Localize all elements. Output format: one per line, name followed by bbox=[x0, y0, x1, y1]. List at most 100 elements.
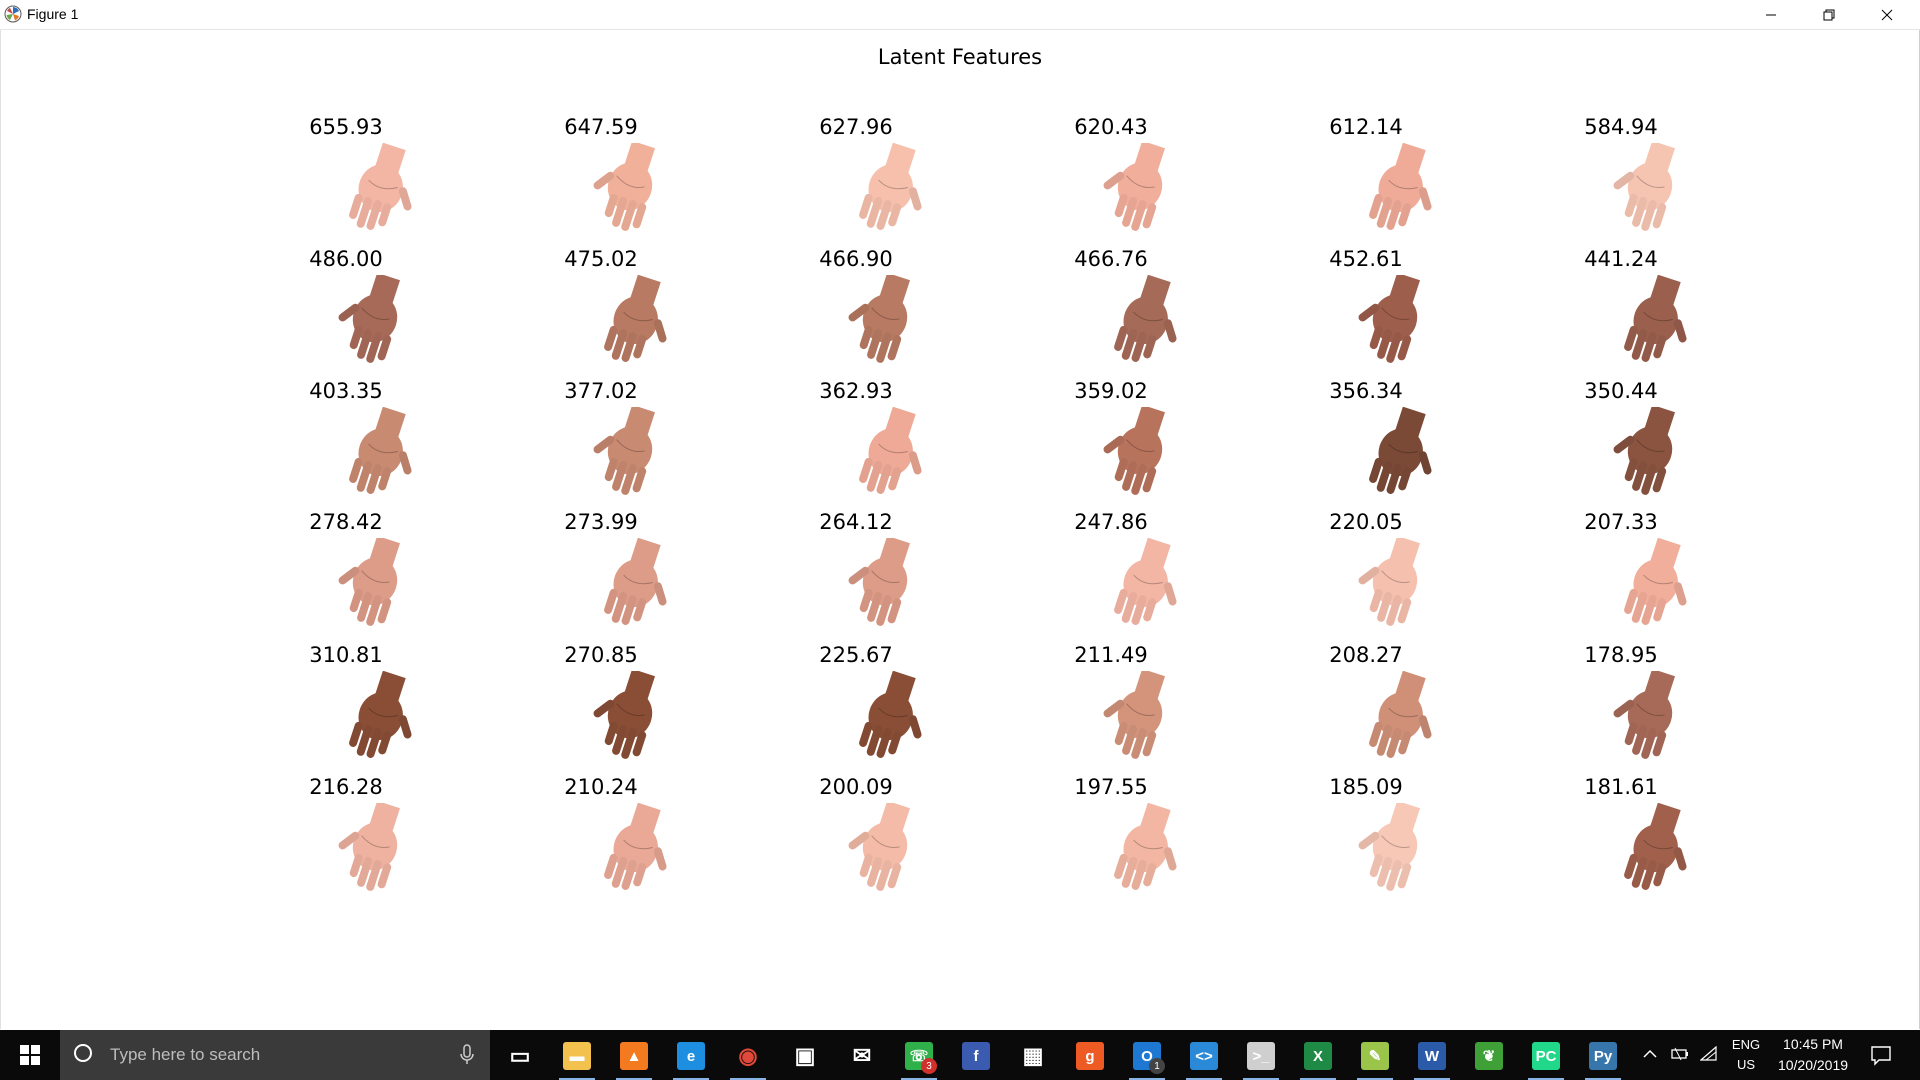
thumbnail-value: 207.33 bbox=[1584, 510, 1658, 534]
start-button[interactable] bbox=[0, 1030, 60, 1080]
chrome-icon: ◉ bbox=[738, 1043, 758, 1068]
thumbnail-value: 655.93 bbox=[309, 115, 383, 139]
taskbar-file-explorer-button[interactable]: ▬ bbox=[559, 1038, 595, 1080]
matplotlib-icon bbox=[4, 5, 22, 23]
notepad-plus-icon: ✎ bbox=[1361, 1042, 1389, 1070]
hand-photo bbox=[301, 671, 451, 771]
figure-title: Latent Features bbox=[877, 45, 1043, 69]
word-icon: W bbox=[1418, 1042, 1446, 1070]
hand-photo bbox=[811, 275, 961, 375]
thumbnail-value: 225.67 bbox=[819, 643, 893, 667]
taskbar-store-button[interactable]: ▣ bbox=[787, 1038, 823, 1074]
minimize-icon bbox=[1766, 14, 1776, 15]
thumbnail-value: 466.76 bbox=[1074, 247, 1148, 271]
thumbnail-value: 403.35 bbox=[309, 379, 383, 403]
close-icon bbox=[1881, 9, 1893, 20]
taskbar-whatsapp-button[interactable]: ☏ 3 bbox=[901, 1038, 937, 1080]
taskbar-python-button[interactable]: Py bbox=[1585, 1038, 1621, 1080]
taskbar-task-view-button[interactable]: ▭ bbox=[502, 1038, 538, 1074]
taskbar-edge-button[interactable]: e bbox=[673, 1038, 709, 1080]
taskbar-mail-button[interactable]: ✉ bbox=[844, 1038, 880, 1074]
close-button[interactable] bbox=[1858, 0, 1916, 29]
window-title-bar[interactable]: Figure 1 bbox=[0, 0, 1920, 30]
taskbar-terminal-button[interactable]: >_ bbox=[1243, 1038, 1279, 1080]
clock-time: 10:45 PM bbox=[1783, 1036, 1843, 1052]
language-indicator[interactable]: ENG US bbox=[1724, 1030, 1768, 1080]
vlc-cone-icon: ▲ bbox=[620, 1042, 648, 1070]
hand-photo bbox=[301, 803, 451, 903]
thumbnail-value: 210.24 bbox=[564, 775, 638, 799]
thumbnail-value: 181.61 bbox=[1584, 775, 1658, 799]
taskbar-calculator-button[interactable]: ▦ bbox=[1015, 1038, 1051, 1074]
hand-photo bbox=[556, 407, 706, 507]
thumbnail-value: 356.34 bbox=[1329, 379, 1403, 403]
taskbar-pycharm-button[interactable]: PC bbox=[1528, 1038, 1564, 1080]
thumbnail-value: 278.42 bbox=[309, 510, 383, 534]
hand-photo bbox=[811, 143, 961, 243]
taskbar-grammarly-button[interactable]: g bbox=[1072, 1038, 1108, 1074]
hand-photo bbox=[1321, 143, 1471, 243]
hand-photo bbox=[1066, 407, 1216, 507]
hand-photo bbox=[1066, 538, 1216, 638]
hand-photo bbox=[1576, 803, 1726, 903]
hand-photo bbox=[1576, 407, 1726, 507]
taskbar-outlook-button[interactable]: O1 bbox=[1129, 1038, 1165, 1080]
hand-photo bbox=[811, 671, 961, 771]
thumbnail-value: 178.95 bbox=[1584, 643, 1658, 667]
thumbnail-value: 627.96 bbox=[819, 115, 893, 139]
thumbnail-value: 208.27 bbox=[1329, 643, 1403, 667]
taskbar-notepad-plus-button[interactable]: ✎ bbox=[1357, 1038, 1393, 1080]
taskbar-excel-button[interactable]: X bbox=[1300, 1038, 1336, 1080]
clock[interactable]: 10:45 PM 10/20/2019 bbox=[1770, 1030, 1856, 1080]
notification-badge: 1 bbox=[1149, 1058, 1165, 1074]
taskbar: Type here to search ▭ ▬ ▲ e ◉ ▣ ✉ ☏ 3 f ▦ g O 1 <> >_ X ✎… bbox=[0, 1030, 1920, 1080]
hand-photo bbox=[1321, 803, 1471, 903]
window-title: Figure 1 bbox=[27, 6, 79, 22]
taskbar-facebook-button[interactable]: f bbox=[958, 1038, 994, 1074]
hand-photo bbox=[1321, 407, 1471, 507]
minimize-button[interactable] bbox=[1742, 0, 1800, 29]
thumbnail-value: 273.99 bbox=[564, 510, 638, 534]
taskbar-word-button[interactable]: W bbox=[1414, 1038, 1450, 1080]
mongodb-leaf-icon: ❦ bbox=[1475, 1042, 1503, 1070]
pycharm-icon: PC bbox=[1532, 1042, 1560, 1070]
thumbnail-value: 620.43 bbox=[1074, 115, 1148, 139]
folder-icon: ▬ bbox=[563, 1042, 591, 1070]
microphone-icon[interactable] bbox=[460, 1044, 474, 1070]
hand-photo bbox=[811, 538, 961, 638]
store-icon: ▣ bbox=[794, 1043, 816, 1068]
thumbnail-value: 350.44 bbox=[1584, 379, 1658, 403]
search-box[interactable]: Type here to search bbox=[60, 1030, 490, 1080]
hand-photo bbox=[1576, 143, 1726, 243]
search-placeholder: Type here to search bbox=[110, 1045, 261, 1064]
thumbnail-value: 216.28 bbox=[309, 775, 383, 799]
thumbnail-value: 359.02 bbox=[1074, 379, 1148, 403]
grammarly-icon: g bbox=[1076, 1042, 1104, 1070]
excel-icon: X bbox=[1304, 1042, 1332, 1070]
hand-photo bbox=[1576, 671, 1726, 771]
hand-photo bbox=[1576, 275, 1726, 375]
taskbar-mongodb-button[interactable]: ❦ bbox=[1471, 1038, 1507, 1074]
python-icon: Py bbox=[1589, 1042, 1617, 1070]
action-center-icon[interactable] bbox=[1870, 1044, 1892, 1070]
taskbar-vlc-button[interactable]: ▲ bbox=[616, 1038, 652, 1080]
taskbar-vscode-button[interactable]: <> bbox=[1186, 1038, 1222, 1080]
language-code: ENG bbox=[1731, 1037, 1761, 1052]
hand-photo bbox=[301, 407, 451, 507]
edge-icon: e bbox=[677, 1042, 705, 1070]
hand-photo bbox=[1576, 538, 1726, 638]
clock-date: 10/20/2019 bbox=[1777, 1057, 1849, 1073]
taskbar-chrome-button[interactable]: ◉ bbox=[730, 1038, 766, 1080]
thumbnail-value: 486.00 bbox=[309, 247, 383, 271]
battery-icon[interactable] bbox=[1670, 1046, 1690, 1066]
wifi-icon[interactable] bbox=[1699, 1045, 1718, 1066]
thumbnail-value: 377.02 bbox=[564, 379, 638, 403]
thumbnail-value: 220.05 bbox=[1329, 510, 1403, 534]
mail-icon: ✉ bbox=[852, 1043, 872, 1068]
thumbnail-value: 466.90 bbox=[819, 247, 893, 271]
show-hidden-icons-chevron-icon[interactable] bbox=[1642, 1046, 1658, 1066]
restore-button[interactable] bbox=[1800, 0, 1858, 29]
restore-icon bbox=[1823, 9, 1835, 20]
thumbnail-value: 211.49 bbox=[1074, 643, 1148, 667]
thumbnail-value: 441.24 bbox=[1584, 247, 1658, 271]
